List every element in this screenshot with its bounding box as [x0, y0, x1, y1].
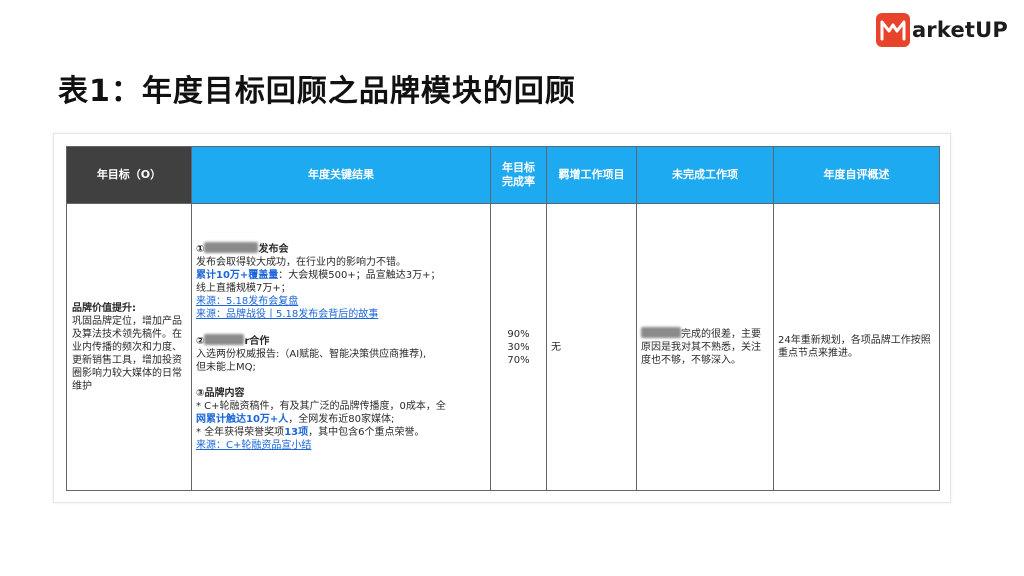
kr3-line2: 网累计触达10万+人，全网发布近80家媒体;	[196, 413, 486, 426]
kr2-line2: 但未能上MQ;	[196, 362, 256, 373]
page-title: 表1：年度目标回顾之品牌模块的回顾	[58, 74, 576, 109]
header-key-results: 年度关键结果	[191, 146, 491, 204]
header-goal: 年目标（O）	[66, 146, 192, 204]
logo-text: arketUP	[911, 18, 1008, 42]
redacted-name	[641, 327, 681, 338]
header-self-review: 年度自评概述	[773, 146, 940, 204]
kr2-line1: 入选两份权威报告:（AI赋能、智能决策供应商推荐),	[196, 349, 427, 360]
kr1-highlight: 累计10万+覆盖量	[196, 270, 279, 281]
kr3-awards-count: 13项	[284, 427, 309, 438]
completion-rate-cell: 90% 30% 70%	[490, 203, 547, 491]
header-completion-rate: 年目标 完成率	[490, 146, 547, 204]
self-review-cell: 24年重新规划，各项品牌工作按照重点节点来推进。	[773, 203, 940, 491]
header-completion-rate-line2: 完成率	[502, 175, 535, 188]
redacted-name	[204, 242, 259, 253]
unfinished-cell: 完成的很差，主要原因是我对其不熟悉，关注度也不够，不够深入。	[636, 203, 774, 491]
kr3-source-link[interactable]: 来源：C+轮融资品宣小结	[196, 440, 311, 451]
kr3-heading: ③品牌内容	[196, 388, 245, 399]
kr3-highlight: 网累计触达10万+人	[196, 414, 289, 425]
kr3-line3-b: ，其中包含6个重点荣誉。	[308, 427, 425, 438]
kr2-heading: ② r合作	[196, 334, 486, 348]
kr2-heading-text: r合作	[244, 336, 270, 347]
slide: arketUP 表1：年度目标回顾之品牌模块的回顾 年目标（O） 年度关键结果 …	[0, 0, 1024, 576]
kr1-source-link-2[interactable]: 来源：品牌战役丨5.18发布会背后的故事	[196, 309, 378, 320]
kr1-line2: 累计10万+覆盖量：大会规模500+；品宣触达3万+；	[196, 269, 486, 282]
rate-value: 90%	[507, 328, 530, 340]
kr1-line3: 线上直播规模7万+；	[196, 283, 291, 294]
kr1-line2-rest: ：大会规模500+；品宣触达3万+；	[278, 270, 441, 281]
key-results-cell: ① 发布会 发布会取得较大成功，在行业内的影响力不错。 累计10万+覆盖量：大会规…	[191, 203, 491, 491]
rate-value: 30%	[507, 341, 530, 353]
kr1-line1: 发布会取得较大成功，在行业内的影响力不错。	[196, 257, 406, 268]
table-panel: 年目标（O） 年度关键结果 年目标 完成率 羁增工作项目 未完成工作项 年度自评…	[53, 133, 951, 503]
goal-cell: 品牌价值提升: 巩固品牌定位，增加产品及算法技术领先稿件。在业内传播的频次和力度…	[66, 203, 192, 491]
kr1-heading-text: 发布会	[258, 244, 289, 255]
redacted-name	[204, 334, 245, 345]
header-added-items: 羁增工作项目	[546, 146, 637, 204]
brand-logo: arketUP	[875, 12, 1008, 48]
header-completion-rate-line1: 年目标	[502, 161, 535, 174]
kr3-line1: * C+轮融资稿件，有及其广泛的品牌传播度，0成本，全	[196, 401, 446, 412]
kr2-number: ②	[196, 336, 205, 347]
kr1-source-link-1[interactable]: 来源：5.18发布会复盘	[196, 296, 298, 307]
goal-description: 巩固品牌定位，增加产品及算法技术领先稿件。在业内传播的频次和力度、更新销售工具，…	[72, 315, 182, 392]
goal-review-table: 年目标（O） 年度关键结果 年目标 完成率 羁增工作项目 未完成工作项 年度自评…	[66, 146, 940, 491]
goal-title: 品牌价值提升:	[72, 302, 136, 314]
logo-m-icon	[875, 13, 910, 47]
kr3-line3-a: * 全年获得荣誉奖项	[196, 427, 285, 438]
kr1-number: ①	[196, 244, 205, 255]
added-items-cell: 无	[546, 203, 637, 491]
kr3-line2-rest: ，全网发布近80家媒体;	[288, 414, 395, 425]
rate-value: 70%	[507, 354, 530, 366]
header-unfinished: 未完成工作项	[636, 146, 774, 204]
table-header-row: 年目标（O） 年度关键结果 年目标 完成率 羁增工作项目 未完成工作项 年度自评…	[66, 146, 940, 204]
added-items-value: 无	[551, 341, 561, 353]
kr3-line3: * 全年获得荣誉奖项13项，其中包含6个重点荣誉。	[196, 426, 486, 439]
self-review-text: 24年重新规划，各项品牌工作按照重点节点来推进。	[778, 335, 931, 359]
table-row: 品牌价值提升: 巩固品牌定位，增加产品及算法技术领先稿件。在业内传播的频次和力度…	[66, 203, 940, 491]
kr1-heading: ① 发布会	[196, 242, 486, 256]
